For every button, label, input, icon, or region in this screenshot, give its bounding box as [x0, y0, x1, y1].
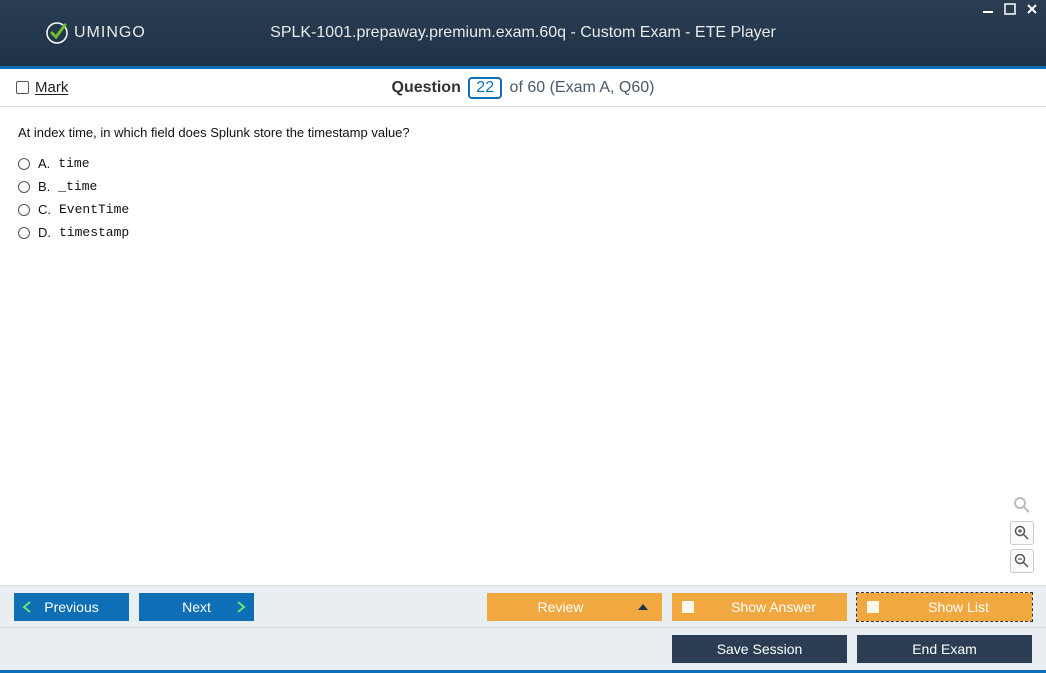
question-header: Mark Question 22 of 60 (Exam A, Q60): [0, 69, 1046, 107]
radio-icon[interactable]: [18, 181, 30, 193]
footer-actions: Save Session End Exam: [0, 628, 1046, 670]
maximize-icon[interactable]: [1002, 2, 1018, 16]
save-session-button[interactable]: Save Session: [672, 635, 847, 663]
next-label: Next: [182, 599, 211, 615]
app-title: SPLK-1001.prepaway.premium.exam.60q - Cu…: [0, 24, 1046, 42]
save-session-label: Save Session: [717, 641, 803, 657]
zoom-out-icon[interactable]: [1010, 549, 1034, 573]
footer-nav: Previous Next Review Show Answer Show Li…: [0, 586, 1046, 628]
minimize-icon[interactable]: [980, 2, 996, 16]
search-icon[interactable]: [1010, 493, 1034, 517]
logo: UMINGO: [44, 20, 146, 46]
list-icon: [867, 601, 879, 613]
radio-icon[interactable]: [18, 204, 30, 216]
answer-option[interactable]: B. _time: [18, 179, 1028, 194]
end-exam-label: End Exam: [912, 641, 977, 657]
triangle-up-icon: [638, 604, 648, 610]
close-icon[interactable]: [1024, 2, 1040, 16]
answer-letter: D.: [38, 225, 51, 240]
chevron-left-icon: [22, 601, 32, 613]
question-indicator: Question 22 of 60 (Exam A, Q60): [0, 77, 1046, 99]
question-word: Question: [392, 79, 461, 96]
question-of-text: of 60 (Exam A, Q60): [510, 79, 655, 96]
previous-label: Previous: [44, 599, 98, 615]
answer-text: time: [58, 156, 89, 171]
radio-icon[interactable]: [18, 227, 30, 239]
answer-text: timestamp: [59, 225, 129, 240]
mark-checkbox[interactable]: Mark: [16, 79, 68, 96]
answer-option[interactable]: C. EventTime: [18, 202, 1028, 217]
question-content: At index time, in which field does Splun…: [0, 107, 1046, 586]
check-icon: [44, 20, 70, 46]
question-text: At index time, in which field does Splun…: [18, 125, 1028, 140]
next-button[interactable]: Next: [139, 593, 254, 621]
show-answer-label: Show Answer: [731, 599, 816, 615]
answer-letter: C.: [38, 202, 51, 217]
answer-text: EventTime: [59, 202, 129, 217]
previous-button[interactable]: Previous: [14, 593, 129, 621]
chevron-right-icon: [236, 601, 246, 613]
review-button[interactable]: Review: [487, 593, 662, 621]
show-list-button[interactable]: Show List: [857, 593, 1032, 621]
end-exam-button[interactable]: End Exam: [857, 635, 1032, 663]
answers-list: A. time B. _time C. EventTime D. timesta…: [18, 156, 1028, 240]
question-number-input[interactable]: 22: [468, 77, 502, 99]
answer-option[interactable]: D. timestamp: [18, 225, 1028, 240]
answer-letter: A.: [38, 156, 50, 171]
answer-letter: B.: [38, 179, 50, 194]
logo-text: UMINGO: [74, 24, 146, 42]
show-answer-button[interactable]: Show Answer: [672, 593, 847, 621]
zoom-controls: [1010, 493, 1034, 573]
zoom-in-icon[interactable]: [1010, 521, 1034, 545]
answer-icon: [682, 601, 694, 613]
titlebar: UMINGO SPLK-1001.prepaway.premium.exam.6…: [0, 0, 1046, 66]
radio-icon[interactable]: [18, 158, 30, 170]
review-label: Review: [538, 599, 584, 615]
answer-option[interactable]: A. time: [18, 156, 1028, 171]
mark-label: Mark: [35, 79, 68, 96]
window-controls: [980, 2, 1040, 16]
answer-text: _time: [58, 179, 97, 194]
checkbox-icon[interactable]: [16, 81, 29, 94]
show-list-label: Show List: [928, 599, 989, 615]
